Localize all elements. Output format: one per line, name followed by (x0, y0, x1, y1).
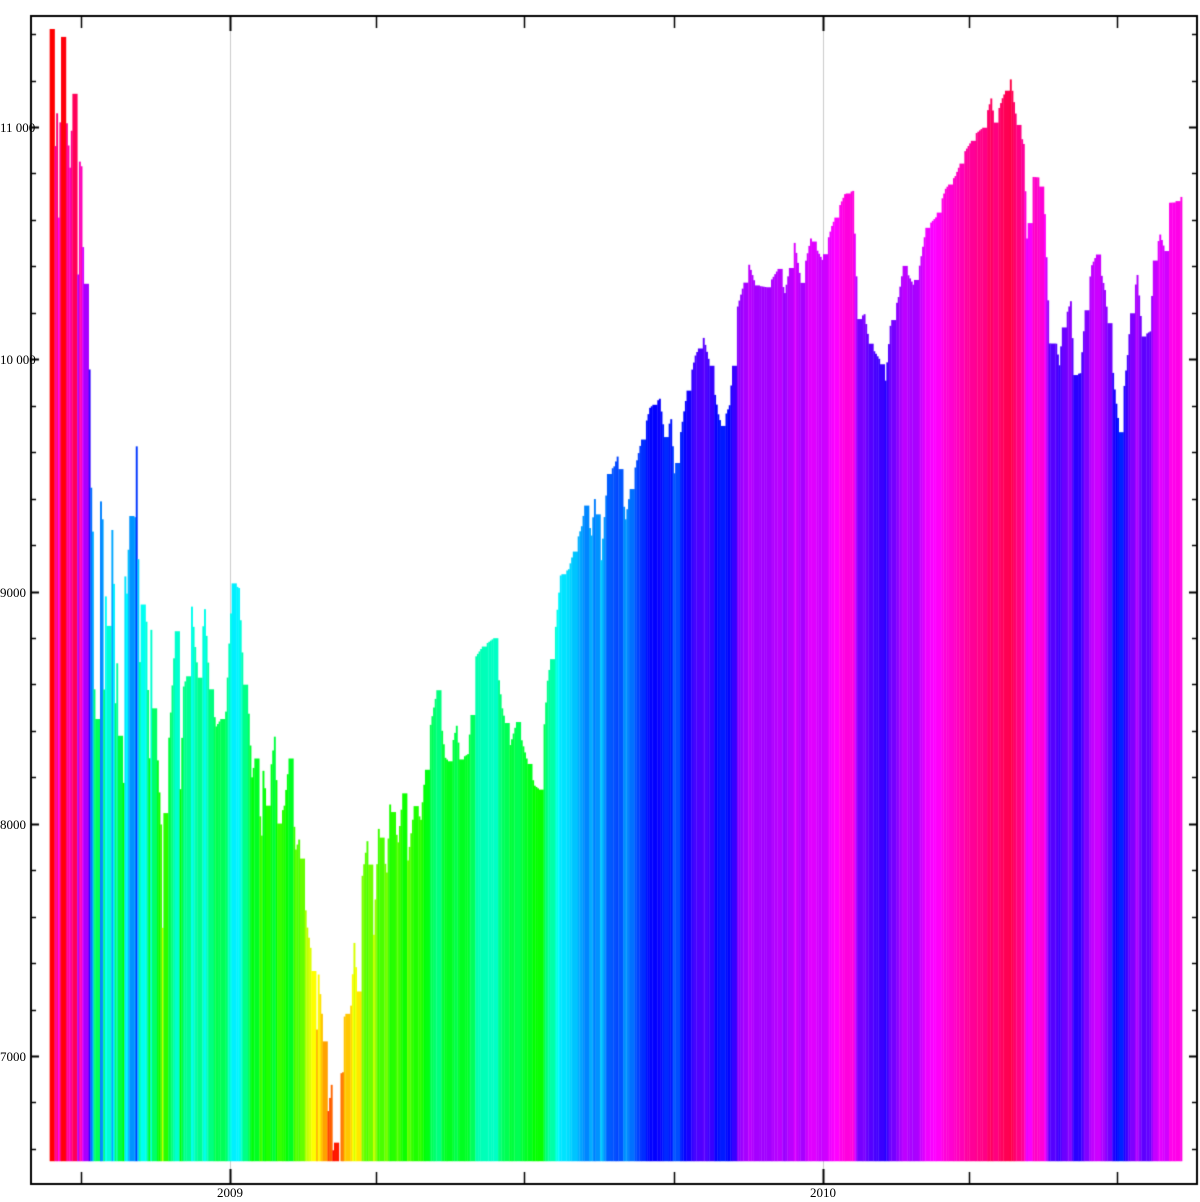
chart-figure: 70008000900010 00011 00020092010 (0, 0, 1200, 1202)
rainbow-area-chart-canvas (0, 0, 1200, 1202)
